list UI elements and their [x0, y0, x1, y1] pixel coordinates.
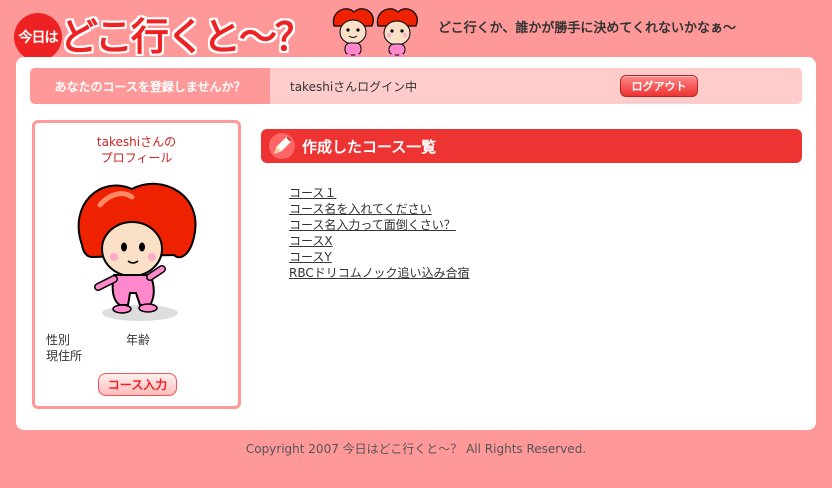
logo-badge: 今日は	[14, 13, 62, 61]
login-status: takeshiさんログイン中	[290, 79, 418, 94]
list-item: コースX	[289, 232, 470, 248]
register-prompt: あなたのコースを登録しませんか？	[30, 68, 270, 104]
age-label: 年齢	[126, 333, 151, 347]
course-link[interactable]: コース１	[289, 186, 336, 200]
list-item: コース名を入れてください	[289, 200, 470, 216]
list-item: コース１	[289, 184, 470, 200]
course-link[interactable]: コース名を入れてください	[289, 202, 432, 216]
course-list-header: 作成したコース一覧	[261, 129, 802, 163]
course-link[interactable]: RBCドリコムノック追い込み合宿	[289, 266, 470, 280]
user-bar: あなたのコースを登録しませんか？ takeshiさんログイン中 ログアウト	[30, 68, 802, 104]
pencil-icon	[269, 133, 295, 159]
course-list: コース１ コース名を入れてください コース名入力って面倒くさい？ コースX コー…	[289, 184, 470, 280]
course-link[interactable]: コースX	[289, 234, 333, 248]
site-logo[interactable]: どこ行くと〜？	[60, 6, 313, 61]
course-link[interactable]: コース名入力って面倒くさい？	[289, 218, 456, 232]
course-link[interactable]: コースY	[289, 250, 332, 264]
copyright-footer: Copyright 2007 今日はどこ行くと〜？ All Rights Res…	[245, 442, 587, 456]
course-input-button[interactable]: コース入力	[98, 373, 177, 396]
mascot-avatar-icon	[77, 182, 197, 321]
course-list-title: 作成したコース一覧	[302, 137, 437, 156]
list-item: RBCドリコムノック追い込み合宿	[289, 264, 470, 280]
profile-title-line2: プロフィール	[100, 151, 173, 165]
list-item: コース名入力って面倒くさい？	[289, 216, 470, 232]
list-item: コースY	[289, 248, 470, 264]
main-panel: あなたのコースを登録しませんか？ takeshiさんログイン中 ログアウト ta…	[16, 57, 816, 430]
mascot-pair-icon	[332, 8, 418, 60]
residence-label: 現住所	[46, 349, 83, 363]
site-header: 今日は どこ行くと〜？ どこ行くか、誰かが勝手に決めてくれないかなぁ〜	[0, 0, 832, 61]
gender-label: 性別	[46, 333, 71, 347]
profile-title: takeshiさんの プロフィール	[35, 134, 238, 166]
site-tagline: どこ行くか、誰かが勝手に決めてくれないかなぁ〜	[438, 21, 736, 36]
profile-card: takeshiさんの プロフィール 性別 年齢 現住所 コース入力	[32, 120, 241, 409]
profile-title-line1: takeshiさんの	[96, 135, 177, 149]
logout-button[interactable]: ログアウト	[620, 75, 698, 97]
